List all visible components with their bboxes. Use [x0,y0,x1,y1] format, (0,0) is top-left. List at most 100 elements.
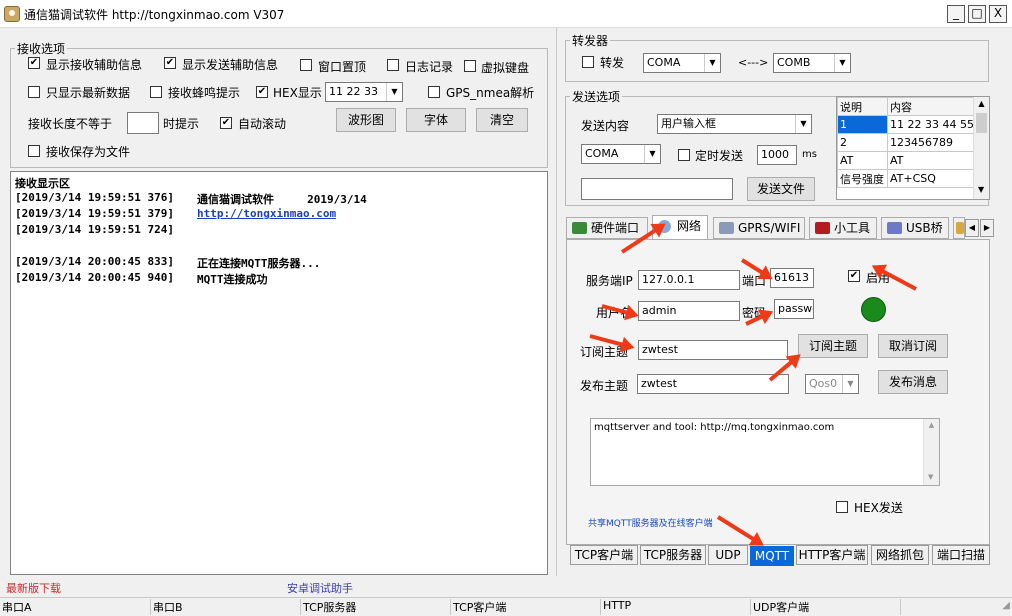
publish-topic-input[interactable]: zwtest [637,374,789,394]
tab-tcp-server[interactable]: TCP服务器 [640,545,706,565]
status-serial-a: 串口A [2,601,32,614]
qos-dropdown[interactable]: Qos0 ▼ [805,374,859,394]
tab-port-scan[interactable]: 端口扫描 [932,545,990,565]
latest-only-checkbox[interactable] [28,86,40,98]
length-input[interactable] [127,112,159,134]
table-header: 说明 [837,97,888,116]
table-row[interactable]: 2 123456789 [837,133,975,152]
tab-packet-capture[interactable]: 网络抓包 [871,545,929,565]
log-label: 日志记录 [405,60,454,74]
download-latest-link[interactable]: 最新版下载 [6,580,61,596]
receive-line-link[interactable]: http://tongxinmao.com [197,207,336,220]
forward-checkbox[interactable] [582,56,594,68]
receive-line-text: 正在连接MQTT服务器... [197,257,321,270]
message-scrollbar[interactable]: ▲ ▼ [923,419,939,485]
username-input[interactable]: admin [638,301,740,321]
timed-send-label: 定时发送 [695,149,744,163]
chevron-down-icon: ▼ [704,54,720,72]
show-recv-info-label: 显示接收辅助信息 [46,58,143,72]
send-options-legend: 发送选项 [572,90,621,104]
virtual-keyboard-checkbox[interactable] [464,60,476,72]
receive-line-time: [2019/3/14 20:00:45 940] [15,271,174,284]
receive-line-text: 通信猫调试软件 2019/3/14 [197,193,367,206]
table-row[interactable]: AT AT [837,151,975,170]
tab-usb-bridge[interactable]: USB桥 [881,217,949,239]
publish-button[interactable]: 发布消息 [878,370,948,394]
preset-table[interactable]: 说明 内容 1 11 22 33 44 55 2 123456789 AT AT… [836,96,990,200]
forward-to-dropdown[interactable]: COMB ▼ [773,53,851,73]
beep-checkbox[interactable] [150,86,162,98]
timed-send-checkbox[interactable] [678,149,690,161]
minimize-button[interactable]: _ [947,5,965,23]
tab-scroll-right-button[interactable]: ▶ [980,219,994,237]
table-row[interactable]: 1 11 22 33 44 55 [837,115,975,134]
window-top-checkbox[interactable] [300,59,312,71]
clear-button[interactable]: 清空 [476,108,528,132]
chevron-down-icon: ▼ [795,115,811,133]
tab-http-client[interactable]: HTTP客户端 [796,545,868,565]
server-ip-label: 服务端IP [586,274,633,288]
close-button[interactable]: X [989,5,1007,23]
status-tcp-server: TCP服务器 [300,599,450,615]
auto-scroll-checkbox[interactable]: ✔ [220,117,232,129]
forward-from-dropdown[interactable]: COMA ▼ [643,53,721,73]
tab-tcp-client[interactable]: TCP客户端 [570,545,638,565]
show-send-info-checkbox[interactable]: ✔ [164,57,176,69]
log-checkbox[interactable] [387,59,399,71]
gps-checkbox[interactable] [428,86,440,98]
server-ip-input[interactable]: 127.0.0.1 [638,270,740,290]
chevron-down-icon: ▼ [386,83,402,101]
status-serial-b: 串口B [150,599,300,615]
waveform-button[interactable]: 波形图 [336,108,396,132]
font-button[interactable]: 字体 [406,108,466,132]
subscribe-topic-input[interactable]: zwtest [638,340,788,360]
chevron-down-icon: ▼ [978,185,985,194]
hex-display-checkbox[interactable]: ✔ [256,86,268,98]
send-file-button[interactable]: 发送文件 [747,177,815,201]
subscribe-button[interactable]: 订阅主题 [798,334,868,358]
status-udp-client: UDP客户端 [750,599,900,615]
send-content-dropdown[interactable]: 用户输入框 ▼ [657,114,812,134]
interval-unit: ms [802,149,817,160]
plug-icon [956,222,964,234]
password-input[interactable]: passwo [774,299,814,319]
hex-send-checkbox[interactable] [836,501,848,513]
tab-hardware-port[interactable]: 硬件端口 [566,217,648,239]
table-row[interactable]: 信号强度 AT+CSQ [837,169,975,188]
receive-area-title: 接收显示区 [15,177,70,190]
hex-sample-value: 11 22 33 [329,85,378,98]
scroll-thumb[interactable] [976,113,987,133]
tab-label: 小工具 [834,221,871,235]
connection-status-indicator [861,297,886,322]
latest-only-label: 只显示最新数据 [46,86,131,100]
tab-tools[interactable]: 小工具 [809,217,877,239]
table-scrollbar[interactable]: ▲ ▼ [973,97,989,199]
receive-line-text: MQTT连接成功 [197,273,268,286]
tab-gprs-wifi[interactable]: GPRS/WIFI [713,217,805,239]
send-port-dropdown[interactable]: COMA ▼ [581,144,661,164]
tab-udp[interactable]: UDP [708,545,748,565]
save-to-file-checkbox[interactable] [28,145,40,157]
enable-checkbox[interactable]: ✔ [848,270,860,282]
tab-overflow[interactable] [953,217,965,239]
port-input[interactable]: 61613 [770,268,814,288]
forward-label: 转发 [600,56,625,70]
hex-sample-dropdown[interactable]: 11 22 33 ▼ [325,82,403,102]
resize-grip-icon[interactable]: ◢ [996,600,1010,614]
qos-value: Qos0 [809,377,838,390]
unsubscribe-button[interactable]: 取消订阅 [878,334,948,358]
message-textarea[interactable]: mqttserver and tool: http://mq.tongxinma… [590,418,940,486]
interval-input[interactable]: 1000 [757,145,797,165]
tab-scroll-left-button[interactable]: ◀ [965,219,979,237]
send-file-path-input[interactable] [581,178,733,200]
chevron-down-icon: ▼ [928,473,934,481]
android-helper-link[interactable]: 安卓调试助手 [287,580,353,596]
auto-scroll-label: 自动滚动 [238,117,287,131]
show-recv-info-checkbox[interactable]: ✔ [28,57,40,69]
table-cell: 信号强度 [837,169,888,188]
toolbox-icon [815,222,830,234]
maximize-button[interactable]: □ [968,5,986,23]
mqtt-server-link[interactable]: 共享MQTT服务器及在线客户端 [588,516,713,529]
len-prompt-suffix: 时提示 [163,117,200,131]
receive-display-area[interactable]: 接收显示区 [2019/3/14 19:59:51 376] 通信猫调试软件 2… [10,171,548,575]
